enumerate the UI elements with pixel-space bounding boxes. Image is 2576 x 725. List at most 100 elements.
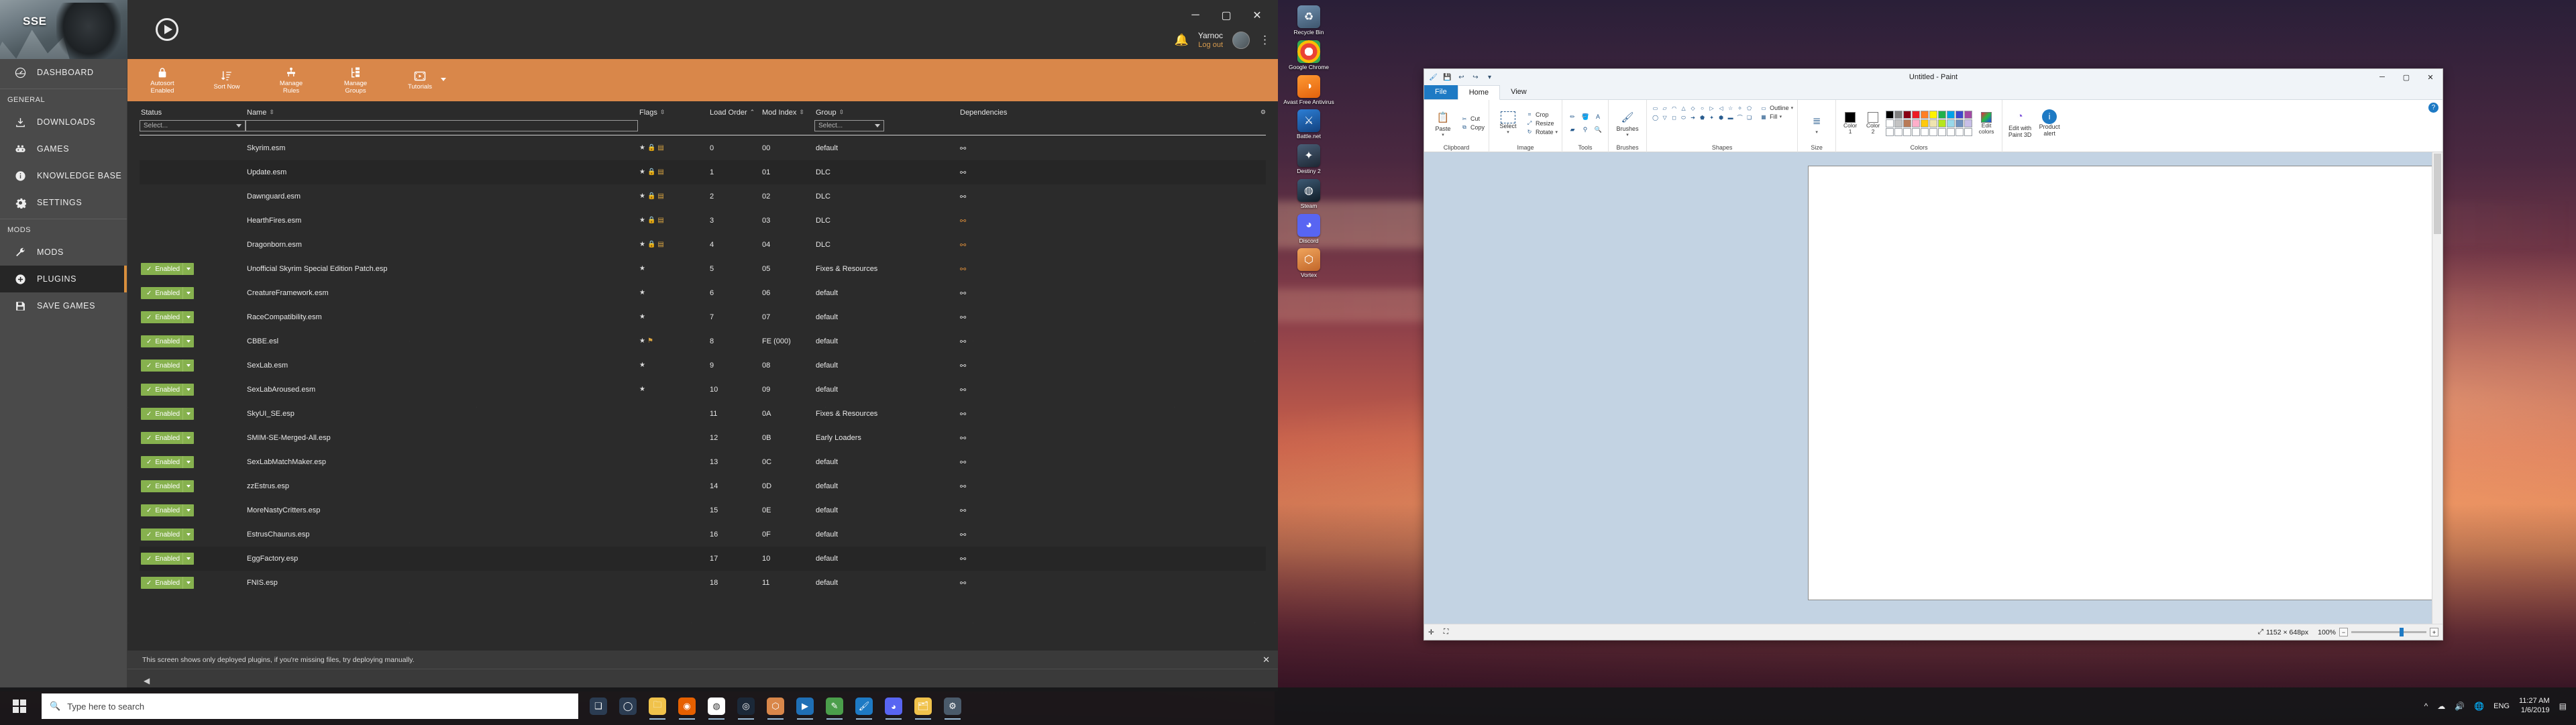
status-dropdown-caret[interactable] (182, 480, 194, 492)
paint-vertical-scrollbar[interactable] (2432, 152, 2443, 624)
chevron-down-icon[interactable] (441, 78, 446, 82)
status-dropdown-caret[interactable] (182, 335, 194, 347)
sort-toggle-icon[interactable]: ⇳ (839, 109, 845, 115)
rotate-button[interactable]: ↻ Rotate ▾ (1525, 128, 1558, 136)
table-row[interactable]: Skyrim.esm ★ 🔒 ▤ 0 00 default ⚯ (140, 136, 1266, 160)
shape-tool-icon[interactable]: ❏ (1745, 113, 1754, 122)
paint-minimize-button[interactable]: ─ (2370, 69, 2394, 85)
status-dropdown-caret[interactable] (182, 359, 194, 372)
shape-tool-icon[interactable]: ◯ (1651, 113, 1660, 122)
taskbar-app-media-player[interactable]: ▶ (792, 691, 818, 721)
taskbar-search-box[interactable]: 🔍 Type here to search (42, 693, 578, 719)
taskbar-app-settings-app[interactable]: ⚙ (939, 691, 966, 721)
color-swatch[interactable] (1938, 127, 1947, 136)
table-row[interactable]: ✓ Enabled MoreNastyCritters.esp 15 0E default… (140, 498, 1266, 522)
sort-toggle-icon[interactable]: ⌃ (750, 109, 755, 115)
cell-group[interactable]: Fixes & Resources (814, 257, 959, 281)
table-row[interactable]: ✓ Enabled SexLabMatchMaker.esp 13 0C default ⚯ (140, 450, 1266, 474)
select-button[interactable]: Select ▾ (1493, 111, 1523, 135)
desktop-icon-avast[interactable]: ◑ Avast Free Antivirus (1283, 74, 1335, 106)
taskbar-app-steam[interactable]: ◎ (733, 691, 759, 721)
desktop-icon-google-chrome[interactable]: Google Chrome (1283, 40, 1335, 71)
status-dropdown-caret[interactable] (182, 577, 194, 589)
back-arrow-icon[interactable]: ◀ (144, 676, 150, 685)
cell-group[interactable]: default (814, 522, 959, 547)
tab-home[interactable]: Home (1457, 85, 1501, 100)
cell-group[interactable]: Fixes & Resources (814, 402, 959, 426)
sort-toggle-icon[interactable]: ⇳ (269, 109, 274, 115)
shape-tool-icon[interactable]: ▽ (1660, 113, 1669, 122)
cell-group[interactable]: default (814, 498, 959, 522)
color-swatch[interactable] (1903, 119, 1912, 127)
color-swatch[interactable] (1947, 110, 1955, 119)
table-row[interactable]: ✓ Enabled RaceCompatibility.esm ★ 7 07 default… (140, 305, 1266, 329)
color-swatch[interactable] (1929, 119, 1938, 127)
table-row[interactable]: ✓ Enabled FNIS.esp 18 11 default ⚯ (140, 571, 1266, 595)
color-swatch[interactable] (1903, 110, 1912, 119)
status-badge[interactable]: ✓ Enabled (141, 408, 194, 420)
status-badge[interactable]: ✓ Enabled (141, 335, 194, 347)
sidebar-item-downloads[interactable]: DOWNLOADS (0, 109, 127, 135)
help-icon[interactable]: ? (2428, 103, 2438, 113)
cell-group[interactable]: default (814, 281, 959, 305)
clock[interactable]: 11:27 AM 1/6/2019 (2519, 697, 2550, 716)
dependency-icon[interactable]: ⚯ (960, 217, 966, 225)
maximize-button[interactable]: ▢ (1211, 4, 1242, 27)
shape-tool-icon[interactable]: ⬠ (1745, 104, 1754, 113)
table-row[interactable]: HearthFires.esm ★ 🔒 ▤ 3 03 DLC ⚯ (140, 209, 1266, 233)
dependency-icon[interactable]: ⚯ (960, 241, 966, 249)
paint-canvas-area[interactable] (1424, 152, 2443, 624)
table-row[interactable]: ✓ Enabled EstrusChaurus.esp 16 0F default ⚯ (140, 522, 1266, 547)
edit-with-paint3d-button[interactable]: ◔ Edit with Paint 3D (2006, 108, 2033, 139)
paint-maximize-button[interactable]: ▢ (2394, 69, 2418, 85)
table-row[interactable]: ✓ Enabled CreatureFramework.esm ★ 6 06 default… (140, 281, 1266, 305)
cell-group[interactable]: DLC (814, 233, 959, 257)
shape-tool-icon[interactable]: ▭ (1651, 104, 1660, 113)
volume-icon[interactable]: 🔊 (2455, 702, 2465, 711)
action-center-icon[interactable]: ▤ (2559, 702, 2567, 711)
color2-button[interactable]: Color 2 (1863, 111, 1883, 135)
manage-rules-button[interactable]: Manage Rules (274, 66, 309, 95)
dependency-icon[interactable]: ⚯ (960, 555, 966, 563)
color-swatch[interactable] (1964, 119, 1973, 127)
crop-button[interactable]: ⌗ Crop (1525, 111, 1558, 119)
color-swatch[interactable] (1912, 127, 1921, 136)
chevron-down-icon[interactable]: ▾ (1780, 114, 1782, 119)
status-badge[interactable]: ✓ Enabled (141, 287, 194, 299)
status-badge[interactable]: ✓ Enabled (141, 480, 194, 492)
sort-toggle-icon[interactable]: ⇳ (660, 109, 665, 115)
size-button[interactable]: ≣ ▾ (1802, 112, 1831, 135)
tray-expand-icon[interactable]: ^ (2424, 702, 2428, 711)
cell-group[interactable]: default (814, 136, 959, 160)
play-icon[interactable] (156, 18, 178, 41)
text-icon[interactable]: A (1592, 111, 1604, 123)
taskbar-app-cortana[interactable]: ◯ (614, 691, 641, 721)
undo-icon[interactable]: ↩ (1456, 72, 1466, 82)
dependency-icon[interactable]: ⚯ (960, 145, 966, 153)
chevron-down-icon[interactable]: ▾ (1442, 132, 1444, 137)
status-dropdown-caret[interactable] (182, 287, 194, 299)
onedrive-icon[interactable]: ☁ (2437, 702, 2445, 711)
cell-group[interactable]: default (814, 378, 959, 402)
status-badge[interactable]: ✓ Enabled (141, 263, 194, 275)
group-filter-select[interactable]: Select... (814, 120, 884, 131)
zoom-control[interactable]: 100% − + (2318, 628, 2438, 636)
name-filter-input[interactable] (246, 120, 638, 131)
table-row[interactable]: Update.esm ★ 🔒 ▤ 1 01 DLC ⚯ (140, 160, 1266, 184)
color-swatch[interactable] (1894, 127, 1903, 136)
resize-button[interactable]: ⤢ Resize (1525, 119, 1558, 127)
cell-group[interactable]: DLC (814, 184, 959, 209)
cell-group[interactable]: default (814, 571, 959, 595)
dependency-icon[interactable]: ⚯ (960, 483, 966, 491)
cell-group[interactable]: DLC (814, 209, 959, 233)
desktop-icon-recycle-bin[interactable]: ♻ Recycle Bin (1283, 5, 1335, 36)
zoom-slider-knob[interactable] (2400, 628, 2404, 636)
table-row[interactable]: ✓ Enabled zzEstrus.esp 14 0D default ⚯ (140, 474, 1266, 498)
color-picker-icon[interactable]: ⚲ (1579, 123, 1591, 135)
tab-view[interactable]: View (1500, 85, 1538, 99)
paint-canvas[interactable] (1808, 166, 2443, 600)
color-swatch[interactable] (1964, 110, 1973, 119)
status-dropdown-caret[interactable] (182, 553, 194, 565)
color-swatch[interactable] (1955, 119, 1964, 127)
color-swatch[interactable] (1903, 127, 1912, 136)
